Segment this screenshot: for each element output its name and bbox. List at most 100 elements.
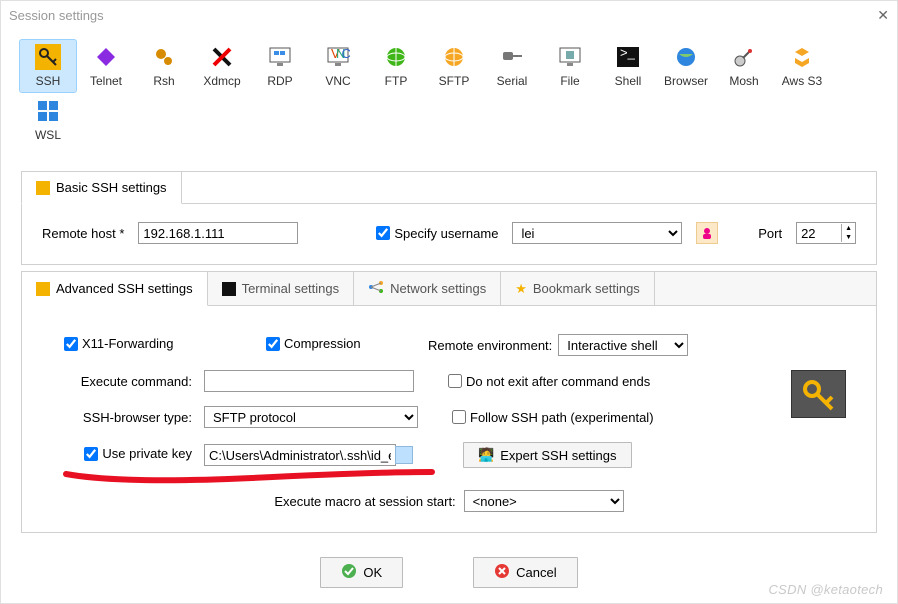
x11-forwarding-checkbox[interactable]: X11-Forwarding (64, 336, 174, 351)
user-picker-button[interactable] (696, 222, 718, 244)
ssh-browser-type-select[interactable]: SFTP protocol (204, 406, 418, 428)
session-type-label: RDP (267, 74, 292, 88)
diamond-icon (93, 44, 119, 70)
serial-icon (499, 44, 525, 70)
key-icon (35, 44, 61, 70)
tab-label: Basic SSH settings (56, 180, 167, 195)
terminal-icon (222, 282, 236, 296)
session-type-label: Shell (615, 74, 642, 88)
session-type-serial[interactable]: Serial (483, 39, 541, 93)
port-spinner[interactable]: ▲▼ (796, 222, 856, 244)
session-type-label: Serial (497, 74, 528, 88)
terminal-icon: >_ (615, 44, 641, 70)
private-key-path-input[interactable] (204, 444, 396, 466)
watermark: CSDN @ketaotech (768, 582, 883, 597)
port-label: Port (758, 226, 782, 241)
session-type-label: Browser (664, 74, 708, 88)
session-type-ftp[interactable]: FTP (367, 39, 425, 93)
spin-up-icon[interactable]: ▲ (842, 224, 855, 233)
session-type-wsl[interactable]: WSL (19, 93, 77, 147)
tab-terminal-settings[interactable]: Terminal settings (208, 272, 355, 305)
ssh-browser-type-label: SSH-browser type: (52, 410, 192, 425)
key-icon (36, 282, 50, 296)
annotation-redline (62, 466, 442, 492)
session-type-label: SSH (36, 74, 61, 88)
tab-basic-ssh[interactable]: Basic SSH settings (21, 171, 182, 204)
tab-label: Network settings (390, 281, 486, 296)
compression-checkbox[interactable]: Compression (266, 336, 361, 351)
globe-green-icon (383, 44, 409, 70)
session-type-label: Telnet (90, 74, 122, 88)
session-type-browser[interactable]: Browser (657, 39, 715, 93)
session-type-vnc[interactable]: VNC VNC (309, 39, 367, 93)
svg-text:>_: >_ (620, 47, 636, 60)
windows-icon (35, 98, 61, 124)
check-circle-icon (341, 563, 357, 582)
session-type-label: FTP (385, 74, 408, 88)
tab-label: Terminal settings (242, 281, 340, 296)
use-private-key-checkbox[interactable]: Use private key (84, 446, 192, 461)
ssh-key-emblem (791, 370, 846, 418)
session-type-shell[interactable]: >_ Shell (599, 39, 657, 93)
cancel-button[interactable]: Cancel (473, 557, 577, 588)
expert-btn-label: Expert SSH settings (500, 448, 616, 463)
ok-label: OK (363, 565, 382, 580)
monitor-icon (267, 44, 293, 70)
username-select[interactable]: lei (512, 222, 682, 244)
session-type-telnet[interactable]: Telnet (77, 39, 135, 93)
tab-advanced-ssh[interactable]: Advanced SSH settings (22, 272, 208, 306)
session-type-file[interactable]: File (541, 39, 599, 93)
session-type-label: WSL (35, 128, 61, 142)
key-icon (36, 181, 50, 195)
tab-label: Advanced SSH settings (56, 281, 193, 296)
remote-env-select[interactable]: Interactive shell (558, 334, 688, 356)
x-icon (209, 44, 235, 70)
follow-ssh-path-checkbox[interactable]: Follow SSH path (experimental) (452, 410, 654, 425)
macro-select[interactable]: <none> (464, 490, 624, 512)
aws-cubes-icon (789, 44, 815, 70)
remote-host-label: Remote host * (42, 226, 124, 241)
expert-ssh-button[interactable]: 🧑‍💻 Expert SSH settings (463, 442, 632, 468)
tab-network-settings[interactable]: Network settings (354, 272, 501, 305)
remote-env-label: Remote environment: (428, 338, 552, 353)
use-pk-label: Use private key (102, 446, 192, 461)
ok-button[interactable]: OK (320, 557, 403, 588)
session-type-label: Aws S3 (782, 74, 822, 88)
session-type-rsh[interactable]: Rsh (135, 39, 193, 93)
specify-username-checkbox[interactable]: Specify username (376, 226, 498, 241)
browse-file-button[interactable] (395, 446, 413, 464)
session-type-xdmcp[interactable]: Xdmcp (193, 39, 251, 93)
macro-label: Execute macro at session start: (274, 494, 455, 509)
globe-orange-icon (441, 44, 467, 70)
execute-command-label: Execute command: (52, 374, 192, 389)
star-icon: ★ (515, 281, 527, 297)
vnc-icon: VNC (325, 44, 351, 70)
satellite-icon (731, 44, 757, 70)
session-type-label: Rsh (153, 74, 174, 88)
session-type-aws-s3[interactable]: Aws S3 (773, 39, 831, 93)
cancel-label: Cancel (516, 565, 556, 580)
execute-command-input[interactable] (204, 370, 414, 392)
tab-label: Bookmark settings (533, 281, 640, 296)
follow-path-label: Follow SSH path (experimental) (470, 410, 654, 425)
session-type-mosh[interactable]: Mosh (715, 39, 773, 93)
svg-text:C: C (342, 46, 351, 61)
remote-host-input[interactable] (138, 222, 298, 244)
port-input[interactable] (797, 223, 841, 243)
no-exit-checkbox[interactable]: Do not exit after command ends (448, 374, 650, 389)
close-icon[interactable]: ✕ (877, 7, 889, 24)
session-type-sftp[interactable]: SFTP (425, 39, 483, 93)
session-type-label: SFTP (439, 74, 470, 88)
file-monitor-icon (557, 44, 583, 70)
no-exit-label: Do not exit after command ends (466, 374, 650, 389)
network-icon (368, 280, 384, 297)
session-type-rdp[interactable]: RDP (251, 39, 309, 93)
gears-icon (151, 44, 177, 70)
tab-bookmark-settings[interactable]: ★ Bookmark settings (501, 272, 655, 305)
spin-down-icon[interactable]: ▼ (842, 233, 855, 242)
x11-label: X11-Forwarding (82, 336, 174, 351)
session-type-ssh[interactable]: SSH (19, 39, 77, 93)
session-type-toolbar: SSH Telnet Rsh Xdmcp RDP VNC VNC FTP SFT… (1, 29, 897, 155)
session-type-label: Xdmcp (203, 74, 240, 88)
person-icon: 🧑‍💻 (478, 447, 494, 463)
